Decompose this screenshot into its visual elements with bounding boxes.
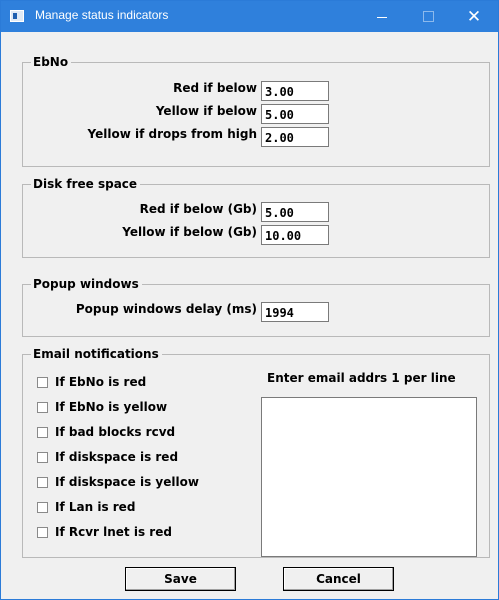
email-caption: Enter email addrs 1 per line xyxy=(267,371,456,385)
check-rcvr-lnet-red[interactable]: If Rcvr lnet is red xyxy=(37,524,172,540)
minimize-icon xyxy=(377,17,387,18)
check-bad-blocks[interactable]: If bad blocks rcvd xyxy=(37,424,175,440)
email-addresses-textarea[interactable] xyxy=(261,397,477,557)
checkbox[interactable] xyxy=(37,426,48,438)
popup-group: Popup windows Popup windows delay (ms) 1… xyxy=(22,276,490,337)
check-label: If EbNo is red xyxy=(55,375,147,389)
ebno-yellow-label: Yellow if below xyxy=(155,104,257,118)
ebno-drop-label: Yellow if drops from high xyxy=(87,127,258,141)
disk-yellow-label: Yellow if below (Gb) xyxy=(122,225,257,239)
check-label: If Lan is red xyxy=(55,500,136,514)
window-title: Manage status indicators xyxy=(35,8,169,22)
ebno-legend: EbNo xyxy=(31,54,72,70)
check-ebno-red[interactable]: If EbNo is red xyxy=(37,374,146,390)
close-icon: ✕ xyxy=(466,6,482,26)
check-diskspace-yellow[interactable]: If diskspace is yellow xyxy=(37,474,199,490)
minimize-button[interactable] xyxy=(359,1,405,32)
check-label: If Rcvr lnet is red xyxy=(55,525,172,539)
email-group: Email notifications If EbNo is red If Eb… xyxy=(22,346,490,558)
disk-red-input[interactable]: 5.00 xyxy=(261,202,329,222)
checkbox[interactable] xyxy=(37,376,48,388)
disk-red-label: Red if below (Gb) xyxy=(139,202,257,216)
disk-group: Disk free space Red if below (Gb) 5.00 Y… xyxy=(22,176,490,258)
maximize-icon xyxy=(422,11,434,22)
save-button[interactable]: Save xyxy=(125,567,236,591)
ebno-yellow-input[interactable]: 5.00 xyxy=(261,104,329,124)
checkbox[interactable] xyxy=(37,526,48,538)
check-label: If diskspace is yellow xyxy=(55,475,199,489)
check-ebno-yellow[interactable]: If EbNo is yellow xyxy=(37,399,167,415)
close-button[interactable]: ✕ xyxy=(451,1,497,32)
ebno-red-input[interactable]: 3.00 xyxy=(261,81,329,101)
check-lan-red[interactable]: If Lan is red xyxy=(37,499,135,515)
app-window-icon xyxy=(10,10,24,22)
title-bar[interactable]: Manage status indicators ✕ xyxy=(1,1,498,32)
ebno-red-label: Red if below xyxy=(173,81,257,95)
disk-legend: Disk free space xyxy=(31,176,141,192)
disk-yellow-input[interactable]: 10.00 xyxy=(261,225,329,245)
checkbox[interactable] xyxy=(37,501,48,513)
check-label: If EbNo is yellow xyxy=(55,400,168,414)
popup-delay-input[interactable]: 1994 xyxy=(261,302,329,322)
manage-status-dialog: Manage status indicators ✕ EbNo Red if b… xyxy=(0,0,499,600)
maximize-button xyxy=(405,1,451,32)
email-legend: Email notifications xyxy=(31,346,162,362)
ebno-drop-input[interactable]: 2.00 xyxy=(261,127,329,147)
check-diskspace-red[interactable]: If diskspace is red xyxy=(37,449,178,465)
ebno-group: EbNo Red if below 3.00 Yellow if below 5… xyxy=(22,54,490,167)
check-label: If bad blocks rcvd xyxy=(55,425,176,439)
checkbox[interactable] xyxy=(37,401,48,413)
checkbox[interactable] xyxy=(37,476,48,488)
check-label: If diskspace is red xyxy=(55,450,179,464)
popup-legend: Popup windows xyxy=(31,276,142,292)
checkbox[interactable] xyxy=(37,451,48,463)
cancel-button[interactable]: Cancel xyxy=(283,567,394,591)
popup-delay-label: Popup windows delay (ms) xyxy=(75,302,257,316)
